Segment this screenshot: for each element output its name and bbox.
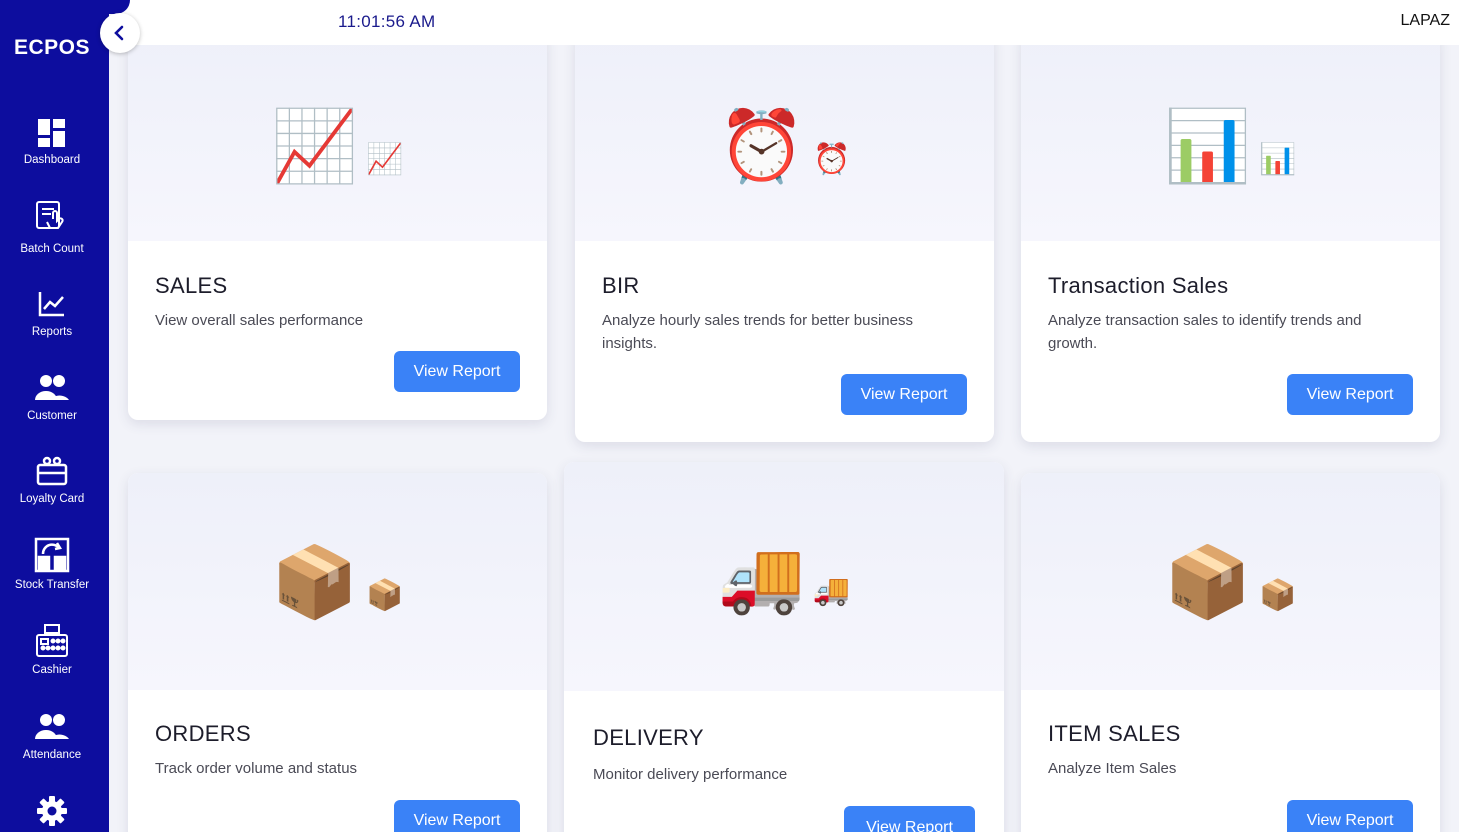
alarm-clock-icon: ⏰ xyxy=(813,142,851,176)
card-description: Analyze hourly sales trends for better b… xyxy=(602,312,913,352)
bar-chart-icon: 📊 xyxy=(1164,106,1252,185)
sidebar-item-reports[interactable]: Reports xyxy=(0,288,104,338)
sidebar: ECPOS Dashboard Batch Count Reports Cust… xyxy=(0,0,109,832)
top-header: 11:01:56 AM LAPAZ xyxy=(109,0,1459,45)
chevron-left-icon xyxy=(114,25,124,41)
card-description: Track order volume and status xyxy=(155,760,358,777)
card-title: SALES xyxy=(155,273,228,298)
clock-time: 11:01:56 AM xyxy=(338,12,436,31)
report-card-sales: 📈 📈 SALES View overall sales performance… xyxy=(128,30,547,420)
card-title: Transaction Sales xyxy=(1048,273,1229,298)
sidebar-item-label: Loyalty Card xyxy=(19,493,85,505)
view-report-button[interactable]: View Report xyxy=(844,806,975,832)
collapse-sidebar-button[interactable] xyxy=(100,13,140,53)
report-card-bir: ⏰ ⏰ BIR Analyze hourly sales trends for … xyxy=(575,30,994,442)
card-description: View overall sales performance xyxy=(155,312,364,329)
sidebar-item-attendance[interactable]: Attendance xyxy=(0,711,104,761)
sidebar-item-settings[interactable] xyxy=(0,795,104,827)
stock-transfer-icon xyxy=(34,537,70,573)
chart-increasing-icon: 📈 xyxy=(366,142,404,176)
report-card-transaction-sales: 📊 📊 Transaction Sales Analyze transactio… xyxy=(1021,30,1440,442)
card-illustration: ⏰ ⏰ xyxy=(575,30,994,241)
report-card-item-sales: 📦 📦 ITEM SALES Analyze Item Sales View R… xyxy=(1021,473,1440,832)
sidebar-item-cashier[interactable]: Cashier xyxy=(0,622,104,676)
card-illustration: 🚚 🚚 xyxy=(564,462,1004,691)
delivery-truck-icon: 🚚 xyxy=(717,537,805,616)
card-illustration: 📈 📈 xyxy=(128,30,547,241)
report-card-delivery: 🚚 🚚 DELIVERY Monitor delivery performanc… xyxy=(564,462,1004,832)
sidebar-item-label: Reports xyxy=(31,326,73,338)
report-card-orders: 📦 📦 ORDERS Track order volume and status… xyxy=(128,473,547,832)
sidebar-item-batch-count[interactable]: Batch Count xyxy=(0,199,104,255)
card-description: Analyze Item Sales xyxy=(1048,760,1177,777)
sidebar-item-label: Stock Transfer xyxy=(14,579,90,591)
card-description: Monitor delivery performance xyxy=(593,766,788,783)
attendance-icon xyxy=(35,714,69,739)
cashier-icon xyxy=(36,624,68,657)
package-icon: 📦 xyxy=(366,578,404,612)
branch-name: LAPAZ xyxy=(1400,12,1451,29)
chart-increasing-icon: 📈 xyxy=(271,106,359,185)
sidebar-item-label: Customer xyxy=(27,410,77,422)
sidebar-item-label: Attendance xyxy=(22,749,82,761)
card-title: DELIVERY xyxy=(593,725,704,750)
card-illustration: 📦 📦 xyxy=(1021,473,1440,690)
package-icon: 📦 xyxy=(1259,578,1297,612)
view-report-button[interactable]: View Report xyxy=(1287,374,1413,415)
loyalty-card-icon xyxy=(36,456,68,486)
bar-chart-icon: 📊 xyxy=(1259,142,1297,176)
customer-icon xyxy=(35,375,69,400)
view-report-button[interactable]: View Report xyxy=(841,374,967,415)
brand-logo: ECPOS xyxy=(13,36,91,59)
sidebar-item-dashboard[interactable]: Dashboard xyxy=(0,118,104,166)
card-illustration: 📊 📊 xyxy=(1021,30,1440,241)
view-report-button[interactable]: View Report xyxy=(1287,800,1413,832)
card-title: ORDERS xyxy=(155,721,251,746)
card-description: Analyze transaction sales to identify tr… xyxy=(1048,312,1362,352)
package-icon: 📦 xyxy=(1164,542,1252,621)
package-icon: 📦 xyxy=(271,542,359,621)
sidebar-item-customer[interactable]: Customer xyxy=(0,372,104,422)
card-illustration: 📦 📦 xyxy=(128,473,547,690)
reports-icon xyxy=(38,292,64,317)
view-report-button[interactable]: View Report xyxy=(394,351,520,392)
delivery-truck-icon: 🚚 xyxy=(812,573,851,607)
batch-count-icon xyxy=(36,201,64,229)
sidebar-item-label: Dashboard xyxy=(23,154,81,166)
card-title: ITEM SALES xyxy=(1048,721,1181,746)
alarm-clock-icon: ⏰ xyxy=(718,106,806,185)
view-report-button[interactable]: View Report xyxy=(394,800,520,832)
dashboard-icon xyxy=(38,119,65,147)
sidebar-item-loyalty-card[interactable]: Loyalty Card xyxy=(0,455,104,505)
settings-icon xyxy=(37,796,67,826)
sidebar-item-label: Batch Count xyxy=(20,243,84,255)
sidebar-item-label: Cashier xyxy=(32,664,72,676)
card-title: BIR xyxy=(602,273,640,298)
sidebar-item-stock-transfer[interactable]: Stock Transfer xyxy=(0,537,104,591)
